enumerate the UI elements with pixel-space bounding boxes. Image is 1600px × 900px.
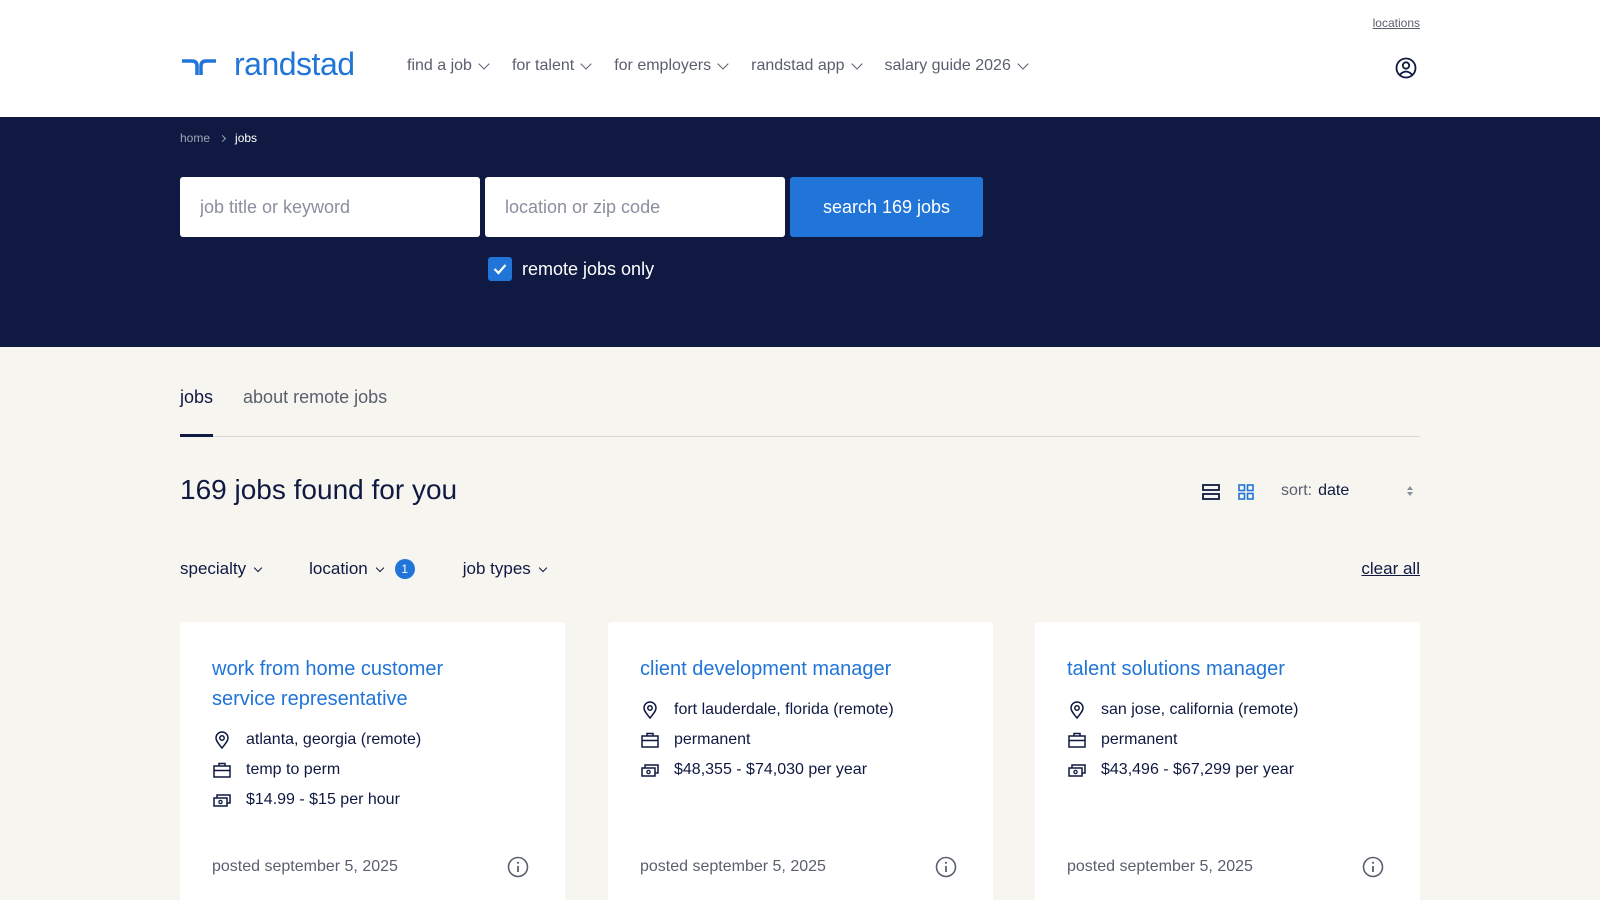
breadcrumb-current: jobs [235, 131, 258, 145]
chevron-down-icon [717, 58, 729, 70]
location-pin-icon [1070, 701, 1084, 720]
remote-checkbox[interactable] [488, 257, 512, 281]
job-type-text: permanent [674, 731, 751, 748]
chevron-down-icon [580, 58, 592, 70]
tab-about-remote-jobs[interactable]: about remote jobs [243, 381, 387, 437]
nav-label: salary guide 2026 [884, 57, 1011, 74]
filter-job-types[interactable]: job types [462, 559, 548, 579]
job-location: atlanta, georgia (remote) [212, 730, 533, 750]
job-pay-text: $43,496 - $67,299 per year [1101, 761, 1295, 778]
keyword-input[interactable] [180, 177, 480, 237]
job-title-link[interactable]: work from home customer service represen… [212, 654, 492, 714]
user-circle-icon[interactable] [1395, 57, 1417, 79]
remote-label: remote jobs only [522, 258, 655, 279]
job-card[interactable]: talent solutions manager san jose, calif… [1035, 622, 1420, 900]
job-type: permanent [640, 730, 961, 750]
results-count-title: 169 jobs found for you [180, 474, 458, 505]
briefcase-icon [641, 732, 659, 748]
filter-label: specialty [180, 559, 247, 578]
job-card[interactable]: work from home customer service represen… [180, 622, 565, 900]
location-pin-icon [643, 701, 657, 720]
money-icon [1068, 764, 1086, 777]
search-button[interactable]: search 169 jobs [790, 177, 983, 237]
chevron-down-icon [538, 563, 548, 572]
nav-randstad-app[interactable]: randstad app [751, 57, 863, 75]
nav-salary-guide[interactable]: salary guide 2026 [884, 57, 1029, 75]
location-input[interactable] [485, 177, 785, 237]
list-view-icon[interactable] [1202, 484, 1220, 500]
chevron-down-icon [478, 58, 490, 70]
filter-label: location [309, 559, 368, 578]
tab-jobs[interactable]: jobs [180, 381, 214, 437]
job-posted-date: posted september 5, 2025 [640, 858, 826, 875]
chevron-down-icon [253, 563, 263, 572]
job-location-text: atlanta, georgia (remote) [246, 731, 422, 748]
job-location: san jose, california (remote) [1067, 700, 1388, 720]
search-hero: home jobs search 169 jobs remote jobs on… [0, 117, 1600, 347]
info-icon[interactable] [935, 856, 957, 878]
nav-label: for talent [511, 57, 575, 74]
job-pay-text: $48,355 - $74,030 per year [674, 761, 868, 778]
filter-specialty[interactable]: specialty [180, 559, 263, 579]
nav-for-employers[interactable]: for employers [614, 57, 729, 75]
nav-for-talent[interactable]: for talent [511, 57, 592, 75]
results-tabs: jobs about remote jobs [180, 381, 1420, 437]
job-type: temp to perm [212, 760, 533, 780]
info-icon[interactable] [507, 856, 529, 878]
job-title-link[interactable]: client development manager [640, 654, 961, 684]
job-pay: $14.99 - $15 per hour [212, 790, 533, 810]
location-pin-icon [215, 731, 229, 750]
chevron-right-icon [218, 134, 227, 142]
job-card[interactable]: client development manager fort lauderda… [608, 622, 993, 900]
grid-view-icon[interactable] [1238, 484, 1254, 500]
job-type-text: permanent [1101, 731, 1178, 748]
sort-select[interactable]: sort: date [1281, 482, 1413, 500]
briefcase-icon [1068, 732, 1086, 748]
main-nav: find a job for talent for employers rand… [407, 57, 1029, 75]
job-pay: $43,496 - $67,299 per year [1067, 760, 1388, 780]
nav-label: for employers [614, 57, 712, 74]
job-pay: $48,355 - $74,030 per year [640, 760, 961, 780]
job-location-text: fort lauderdale, florida (remote) [674, 701, 894, 718]
job-title-link[interactable]: talent solutions manager [1067, 654, 1388, 684]
breadcrumb-home[interactable]: home [180, 131, 210, 145]
briefcase-icon [213, 762, 231, 778]
info-icon[interactable] [1362, 856, 1384, 878]
money-icon [641, 764, 659, 777]
sort-value: date [1318, 482, 1350, 499]
job-location-text: san jose, california (remote) [1101, 701, 1299, 718]
money-icon [213, 794, 231, 807]
nav-label: find a job [407, 57, 472, 74]
filter-bar: specialty location 1 job types [180, 559, 594, 579]
chevron-down-icon [375, 563, 384, 572]
filter-location[interactable]: location 1 [309, 559, 415, 579]
job-pay-text: $14.99 - $15 per hour [246, 791, 400, 808]
site-header: locations randstad find a job for talent… [0, 0, 1600, 117]
job-meta: fort lauderdale, florida (remote) perman… [640, 700, 961, 780]
filter-label: job types [462, 559, 531, 578]
location-count-badge: 1 [394, 559, 415, 579]
job-meta: san jose, california (remote) permanent … [1067, 700, 1388, 780]
sort-arrows-icon [1407, 486, 1413, 496]
job-type: permanent [1067, 730, 1388, 750]
breadcrumb: home jobs [180, 131, 257, 145]
sort-label: sort: [1281, 482, 1313, 499]
checkmark-icon [493, 264, 507, 275]
clear-all-button[interactable]: clear all [1361, 559, 1420, 579]
job-posted-date: posted september 5, 2025 [212, 858, 398, 875]
randstad-logo-icon [182, 58, 216, 75]
chevron-down-icon [850, 58, 863, 70]
logo-text: randstad [234, 46, 355, 82]
locations-link[interactable]: locations [1373, 16, 1420, 30]
nav-find-a-job[interactable]: find a job [407, 57, 490, 75]
randstad-logo[interactable]: randstad [180, 46, 355, 83]
job-type-text: temp to perm [246, 761, 341, 778]
chevron-down-icon [1017, 58, 1029, 70]
job-posted-date: posted september 5, 2025 [1067, 858, 1253, 875]
remote-jobs-toggle[interactable]: remote jobs only [488, 257, 654, 281]
job-location: fort lauderdale, florida (remote) [640, 700, 961, 720]
job-meta: atlanta, georgia (remote) temp to perm $… [212, 730, 533, 810]
nav-label: randstad app [751, 57, 845, 74]
